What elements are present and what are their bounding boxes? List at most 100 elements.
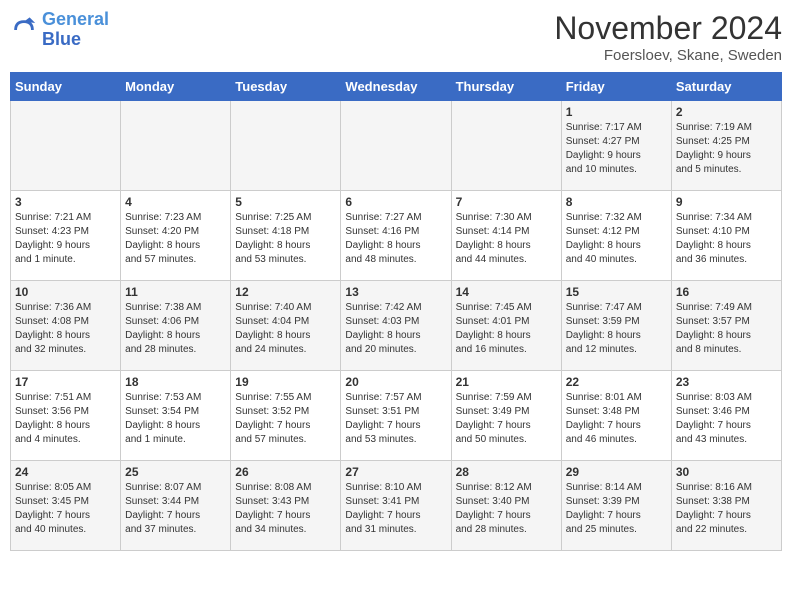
day-info: Sunrise: 7:51 AM Sunset: 3:56 PM Dayligh…: [15, 391, 116, 447]
day-info: Sunrise: 7:21 AM Sunset: 4:23 PM Dayligh…: [15, 211, 116, 267]
day-number: 25: [125, 465, 226, 479]
weekday-header: Friday: [561, 73, 671, 101]
day-info: Sunrise: 8:12 AM Sunset: 3:40 PM Dayligh…: [456, 481, 557, 537]
calendar-day-cell: 9 Sunrise: 7:34 AM Sunset: 4:10 PM Daylig…: [671, 191, 781, 281]
calendar-day-cell: 19 Sunrise: 7:55 AM Sunset: 3:52 PM Dayli…: [231, 371, 341, 461]
calendar-day-cell: 25 Sunrise: 8:07 AM Sunset: 3:44 PM Dayli…: [121, 461, 231, 551]
weekday-header: Monday: [121, 73, 231, 101]
day-number: 21: [456, 375, 557, 389]
logo-icon: [10, 16, 38, 44]
calendar-day-cell: 1 Sunrise: 7:17 AM Sunset: 4:27 PM Daylig…: [561, 101, 671, 191]
day-info: Sunrise: 7:30 AM Sunset: 4:14 PM Dayligh…: [456, 211, 557, 267]
day-number: 7: [456, 195, 557, 209]
day-info: Sunrise: 7:42 AM Sunset: 4:03 PM Dayligh…: [345, 301, 446, 357]
day-info: Sunrise: 7:17 AM Sunset: 4:27 PM Dayligh…: [566, 121, 667, 177]
calendar-day-cell: 13 Sunrise: 7:42 AM Sunset: 4:03 PM Dayli…: [341, 281, 451, 371]
calendar-day-cell: 8 Sunrise: 7:32 AM Sunset: 4:12 PM Daylig…: [561, 191, 671, 281]
calendar-day-cell: 24Sunrise: 8:05 AM Sunset: 3:45 PM Dayli…: [11, 461, 121, 551]
subtitle: Foersloev, Skane, Sweden: [554, 47, 782, 64]
day-info: Sunrise: 8:10 AM Sunset: 3:41 PM Dayligh…: [345, 481, 446, 537]
day-number: 14: [456, 285, 557, 299]
calendar-day-cell: 23Sunrise: 8:03 AM Sunset: 3:46 PM Dayli…: [671, 371, 781, 461]
day-info: Sunrise: 8:08 AM Sunset: 3:43 PM Dayligh…: [235, 481, 336, 537]
day-info: Sunrise: 8:01 AM Sunset: 3:48 PM Dayligh…: [566, 391, 667, 447]
weekday-header: Tuesday: [231, 73, 341, 101]
day-info: Sunrise: 7:57 AM Sunset: 3:51 PM Dayligh…: [345, 391, 446, 447]
day-number: 4: [125, 195, 226, 209]
calendar-day-cell: 26 Sunrise: 8:08 AM Sunset: 3:43 PM Dayli…: [231, 461, 341, 551]
day-number: 13: [345, 285, 446, 299]
day-number: 9: [676, 195, 777, 209]
day-number: 22: [566, 375, 667, 389]
day-info: Sunrise: 7:53 AM Sunset: 3:54 PM Dayligh…: [125, 391, 226, 447]
day-number: 28: [456, 465, 557, 479]
calendar-week-row: 3Sunrise: 7:21 AM Sunset: 4:23 PM Daylig…: [11, 191, 782, 281]
day-info: Sunrise: 7:38 AM Sunset: 4:06 PM Dayligh…: [125, 301, 226, 357]
day-info: Sunrise: 7:25 AM Sunset: 4:18 PM Dayligh…: [235, 211, 336, 267]
title-block: November 2024 Foersloev, Skane, Sweden: [554, 10, 782, 64]
calendar-week-row: 1 Sunrise: 7:17 AM Sunset: 4:27 PM Daylig…: [11, 101, 782, 191]
calendar-day-cell: 4 Sunrise: 7:23 AM Sunset: 4:20 PM Daylig…: [121, 191, 231, 281]
day-number: 8: [566, 195, 667, 209]
calendar-day-cell: 20 Sunrise: 7:57 AM Sunset: 3:51 PM Dayli…: [341, 371, 451, 461]
calendar-day-cell: 14 Sunrise: 7:45 AM Sunset: 4:01 PM Dayli…: [451, 281, 561, 371]
calendar-day-cell: 16 Sunrise: 7:49 AM Sunset: 3:57 PM Dayli…: [671, 281, 781, 371]
day-number: 17: [15, 375, 116, 389]
day-number: 23: [676, 375, 777, 389]
calendar-day-cell: 27 Sunrise: 8:10 AM Sunset: 3:41 PM Dayli…: [341, 461, 451, 551]
weekday-header: Saturday: [671, 73, 781, 101]
calendar-day-cell: 21 Sunrise: 7:59 AM Sunset: 3:49 PM Dayli…: [451, 371, 561, 461]
day-number: 18: [125, 375, 226, 389]
calendar-day-cell: [11, 101, 121, 191]
calendar-body: 1 Sunrise: 7:17 AM Sunset: 4:27 PM Daylig…: [11, 101, 782, 551]
page-header: General Blue November 2024 Foersloev, Sk…: [10, 10, 782, 64]
day-number: 15: [566, 285, 667, 299]
day-info: Sunrise: 7:34 AM Sunset: 4:10 PM Dayligh…: [676, 211, 777, 267]
logo: General Blue: [10, 10, 109, 50]
calendar-week-row: 24Sunrise: 8:05 AM Sunset: 3:45 PM Dayli…: [11, 461, 782, 551]
day-info: Sunrise: 7:32 AM Sunset: 4:12 PM Dayligh…: [566, 211, 667, 267]
day-number: 24: [15, 465, 116, 479]
calendar-table: SundayMondayTuesdayWednesdayThursdayFrid…: [10, 72, 782, 551]
day-number: 16: [676, 285, 777, 299]
weekday-header: Wednesday: [341, 73, 451, 101]
calendar-day-cell: 11Sunrise: 7:38 AM Sunset: 4:06 PM Dayli…: [121, 281, 231, 371]
day-number: 12: [235, 285, 336, 299]
calendar-week-row: 17 Sunrise: 7:51 AM Sunset: 3:56 PM Dayli…: [11, 371, 782, 461]
day-info: Sunrise: 7:55 AM Sunset: 3:52 PM Dayligh…: [235, 391, 336, 447]
calendar-day-cell: 17 Sunrise: 7:51 AM Sunset: 3:56 PM Dayli…: [11, 371, 121, 461]
calendar-day-cell: 10Sunrise: 7:36 AM Sunset: 4:08 PM Dayli…: [11, 281, 121, 371]
calendar-day-cell: 3Sunrise: 7:21 AM Sunset: 4:23 PM Daylig…: [11, 191, 121, 281]
weekday-header: Sunday: [11, 73, 121, 101]
calendar-header-row: SundayMondayTuesdayWednesdayThursdayFrid…: [11, 73, 782, 101]
calendar-week-row: 10Sunrise: 7:36 AM Sunset: 4:08 PM Dayli…: [11, 281, 782, 371]
day-info: Sunrise: 7:59 AM Sunset: 3:49 PM Dayligh…: [456, 391, 557, 447]
calendar-day-cell: 5Sunrise: 7:25 AM Sunset: 4:18 PM Daylig…: [231, 191, 341, 281]
day-number: 27: [345, 465, 446, 479]
weekday-header: Thursday: [451, 73, 561, 101]
calendar-day-cell: 22 Sunrise: 8:01 AM Sunset: 3:48 PM Dayli…: [561, 371, 671, 461]
day-info: Sunrise: 7:49 AM Sunset: 3:57 PM Dayligh…: [676, 301, 777, 357]
calendar-day-cell: [451, 101, 561, 191]
calendar-day-cell: 30Sunrise: 8:16 AM Sunset: 3:38 PM Dayli…: [671, 461, 781, 551]
day-number: 26: [235, 465, 336, 479]
calendar-day-cell: 6Sunrise: 7:27 AM Sunset: 4:16 PM Daylig…: [341, 191, 451, 281]
calendar-day-cell: [341, 101, 451, 191]
day-info: Sunrise: 7:40 AM Sunset: 4:04 PM Dayligh…: [235, 301, 336, 357]
day-info: Sunrise: 7:36 AM Sunset: 4:08 PM Dayligh…: [15, 301, 116, 357]
day-number: 20: [345, 375, 446, 389]
month-title: November 2024: [554, 10, 782, 47]
day-number: 30: [676, 465, 777, 479]
day-info: Sunrise: 7:45 AM Sunset: 4:01 PM Dayligh…: [456, 301, 557, 357]
calendar-day-cell: 7 Sunrise: 7:30 AM Sunset: 4:14 PM Daylig…: [451, 191, 561, 281]
calendar-day-cell: 28 Sunrise: 8:12 AM Sunset: 3:40 PM Dayli…: [451, 461, 561, 551]
day-info: Sunrise: 8:07 AM Sunset: 3:44 PM Dayligh…: [125, 481, 226, 537]
day-number: 1: [566, 105, 667, 119]
day-info: Sunrise: 7:19 AM Sunset: 4:25 PM Dayligh…: [676, 121, 777, 177]
logo-text: General Blue: [42, 10, 109, 50]
calendar-day-cell: 29Sunrise: 8:14 AM Sunset: 3:39 PM Dayli…: [561, 461, 671, 551]
day-number: 19: [235, 375, 336, 389]
calendar-day-cell: 18 Sunrise: 7:53 AM Sunset: 3:54 PM Dayli…: [121, 371, 231, 461]
day-info: Sunrise: 7:23 AM Sunset: 4:20 PM Dayligh…: [125, 211, 226, 267]
day-info: Sunrise: 7:47 AM Sunset: 3:59 PM Dayligh…: [566, 301, 667, 357]
